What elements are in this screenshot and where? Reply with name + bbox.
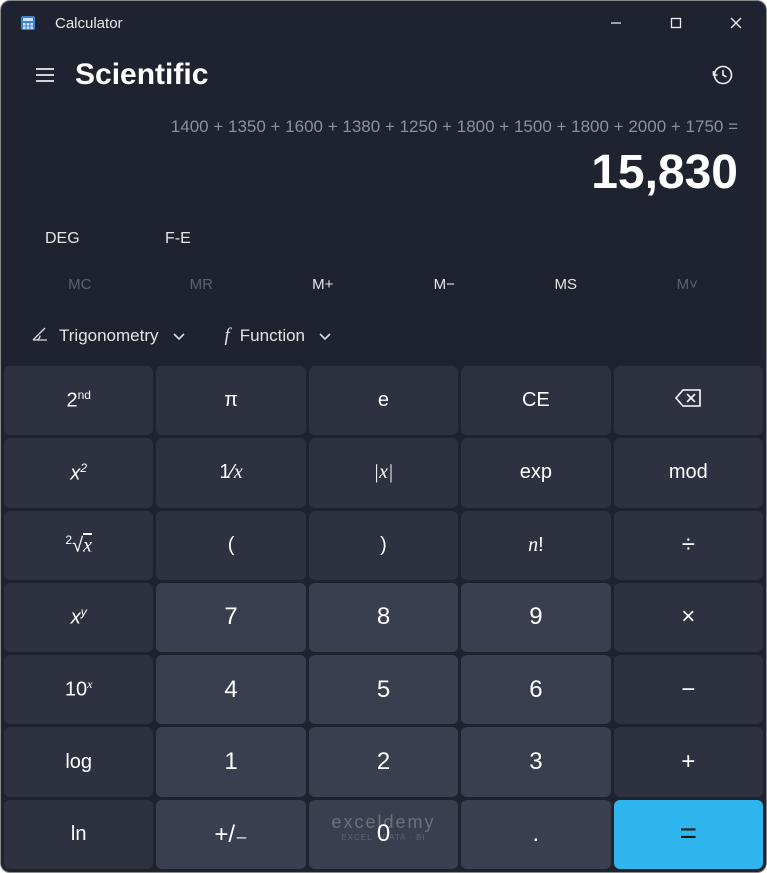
square-key[interactable]: x2 xyxy=(4,438,153,507)
digit-9-key[interactable]: 9 xyxy=(461,583,610,652)
digit-0-key[interactable]: 0 xyxy=(309,800,458,869)
digit-3-key[interactable]: 3 xyxy=(461,727,610,796)
pi-key[interactable]: π xyxy=(156,366,305,435)
calculator-icon xyxy=(19,14,37,32)
factorial-key[interactable]: n! xyxy=(461,511,610,580)
close-button[interactable] xyxy=(706,1,766,45)
fe-button[interactable]: F-E xyxy=(139,220,259,258)
minimize-button[interactable] xyxy=(586,1,646,45)
hamburger-menu-button[interactable] xyxy=(25,55,65,95)
window-controls xyxy=(586,1,766,45)
header: Scientific xyxy=(1,45,766,103)
digit-7-key[interactable]: 7 xyxy=(156,583,305,652)
app-window: Calculator Scientific 1400 + 1350 + 1600… xyxy=(0,0,767,873)
titlebar: Calculator xyxy=(1,1,766,45)
digit-6-key[interactable]: 6 xyxy=(461,655,610,724)
chevron-down-icon xyxy=(319,326,331,346)
memory-store-button[interactable]: MS xyxy=(505,266,627,303)
lparen-key[interactable]: ( xyxy=(156,511,305,580)
root-key[interactable]: 2√x xyxy=(4,511,153,580)
absolute-key[interactable]: |x| xyxy=(309,438,458,507)
equals-key[interactable]: = xyxy=(614,800,763,869)
memory-recall-button[interactable]: MR xyxy=(141,266,263,303)
memory-plus-button[interactable]: M+ xyxy=(262,266,384,303)
expression-display: 1400 + 1350 + 1600 + 1380 + 1250 + 1800 … xyxy=(1,103,766,137)
angle-mode-row: DEG F-E xyxy=(1,216,766,262)
function-label: Function xyxy=(240,326,305,346)
memory-clear-button[interactable]: MC xyxy=(19,266,141,303)
reciprocal-key[interactable]: 1⁄x xyxy=(156,438,305,507)
trigonometry-label: Trigonometry xyxy=(59,326,159,346)
memory-minus-button[interactable]: M− xyxy=(384,266,506,303)
power-key[interactable]: xy xyxy=(4,583,153,652)
dropdown-row: Trigonometry f Function xyxy=(1,307,766,363)
digit-1-key[interactable]: 1 xyxy=(156,727,305,796)
clear-entry-key[interactable]: CE xyxy=(461,366,610,435)
add-key[interactable]: + xyxy=(614,727,763,796)
maximize-button[interactable] xyxy=(646,1,706,45)
ten-power-key[interactable]: 10x xyxy=(4,655,153,724)
history-button[interactable] xyxy=(702,55,742,95)
digit-8-key[interactable]: 8 xyxy=(309,583,458,652)
function-icon: f xyxy=(225,325,230,347)
rparen-key[interactable]: ) xyxy=(309,511,458,580)
multiply-key[interactable]: × xyxy=(614,583,763,652)
trigonometry-dropdown[interactable]: Trigonometry xyxy=(23,320,193,353)
negate-key[interactable]: +/₋ xyxy=(156,800,305,869)
memory-row: MC MR M+ M− MS M˅ xyxy=(1,262,766,307)
digit-2-key[interactable]: 2 xyxy=(309,727,458,796)
function-dropdown[interactable]: f Function xyxy=(217,319,339,353)
mode-title: Scientific xyxy=(75,58,208,92)
deg-button[interactable]: DEG xyxy=(19,220,139,258)
backspace-key[interactable] xyxy=(614,366,763,435)
chevron-down-icon xyxy=(173,326,185,346)
backspace-icon xyxy=(674,388,702,414)
mod-key[interactable]: mod xyxy=(614,438,763,507)
ln-key[interactable]: ln xyxy=(4,800,153,869)
app-title: Calculator xyxy=(55,15,123,32)
digit-4-key[interactable]: 4 xyxy=(156,655,305,724)
digit-5-key[interactable]: 5 xyxy=(309,655,458,724)
result-display[interactable]: 15,830 xyxy=(1,137,766,216)
memory-list-button[interactable]: M˅ xyxy=(627,266,749,303)
angle-icon xyxy=(31,326,49,347)
subtract-key[interactable]: − xyxy=(614,655,763,724)
second-key[interactable]: 2nd xyxy=(4,366,153,435)
log-key[interactable]: log xyxy=(4,727,153,796)
exp-key[interactable]: exp xyxy=(461,438,610,507)
decimal-key[interactable]: . xyxy=(461,800,610,869)
keypad: 2nd π e CE x2 1⁄x |x| exp mod 2√x ( ) n!… xyxy=(1,363,766,872)
e-key[interactable]: e xyxy=(309,366,458,435)
divide-key[interactable]: ÷ xyxy=(614,511,763,580)
